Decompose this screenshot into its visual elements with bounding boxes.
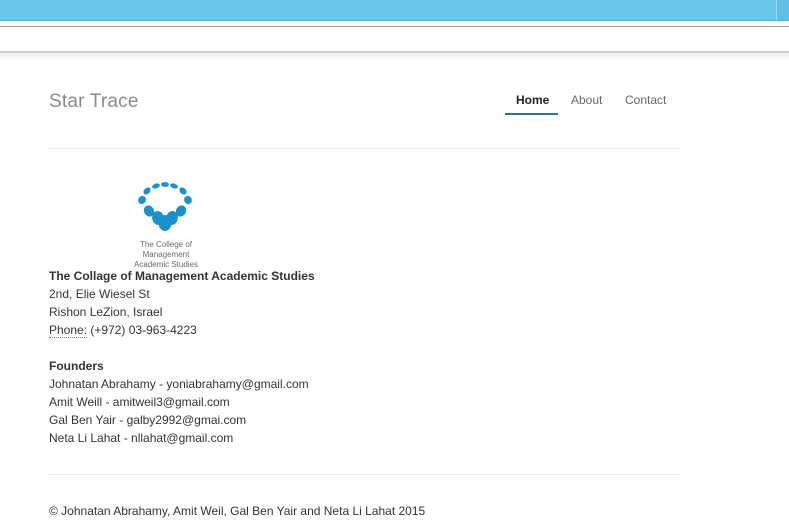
phone-label: Phone: (49, 323, 88, 338)
address-phone: Phone: (+972) 03-963-4223 (49, 323, 197, 338)
college-logo-icon (138, 182, 192, 231)
nav-contact[interactable]: Contact (625, 93, 666, 107)
phone-number: (+972) 03-963-4223 (90, 323, 197, 337)
footer-copyright: © Johnatan Abrahamy, Amit Weil, Gal Ben … (49, 504, 426, 518)
founders-title: Founders (49, 359, 104, 373)
address-city: Rishon LeZion, Israel (49, 305, 163, 319)
top-bar-edge (776, 0, 789, 20)
footer-divider (49, 474, 680, 475)
address-street: 2nd, Elie Wiesel St (49, 287, 150, 301)
founder-item: Neta Li Lahat - nllahat@gmail.com (49, 431, 234, 445)
org-name: The Collage of Management Academic Studi… (49, 269, 315, 283)
toolbar-divider (0, 26, 789, 27)
founder-item: Johnatan Abrahamy - yoniabrahamy@gmail.c… (49, 377, 309, 391)
header-divider (49, 148, 680, 149)
page-top-shadow (0, 53, 789, 59)
founder-item: Amit Weill - amitweil3@gmail.com (49, 395, 230, 409)
college-logo-text: The College of Management Academic Studi… (118, 240, 214, 270)
nav-active-underline (505, 113, 558, 115)
founder-item: Gal Ben Yair - galby2992@gmai.com (49, 413, 247, 427)
nav-about[interactable]: About (571, 93, 602, 107)
main-nav: Home About Contact (0, 93, 789, 117)
logo-text-line1: The College of Management (139, 240, 193, 259)
nav-home[interactable]: Home (516, 93, 549, 107)
college-logo: The College of Management Academic Studi… (118, 180, 214, 269)
browser-top-bar (0, 0, 789, 21)
